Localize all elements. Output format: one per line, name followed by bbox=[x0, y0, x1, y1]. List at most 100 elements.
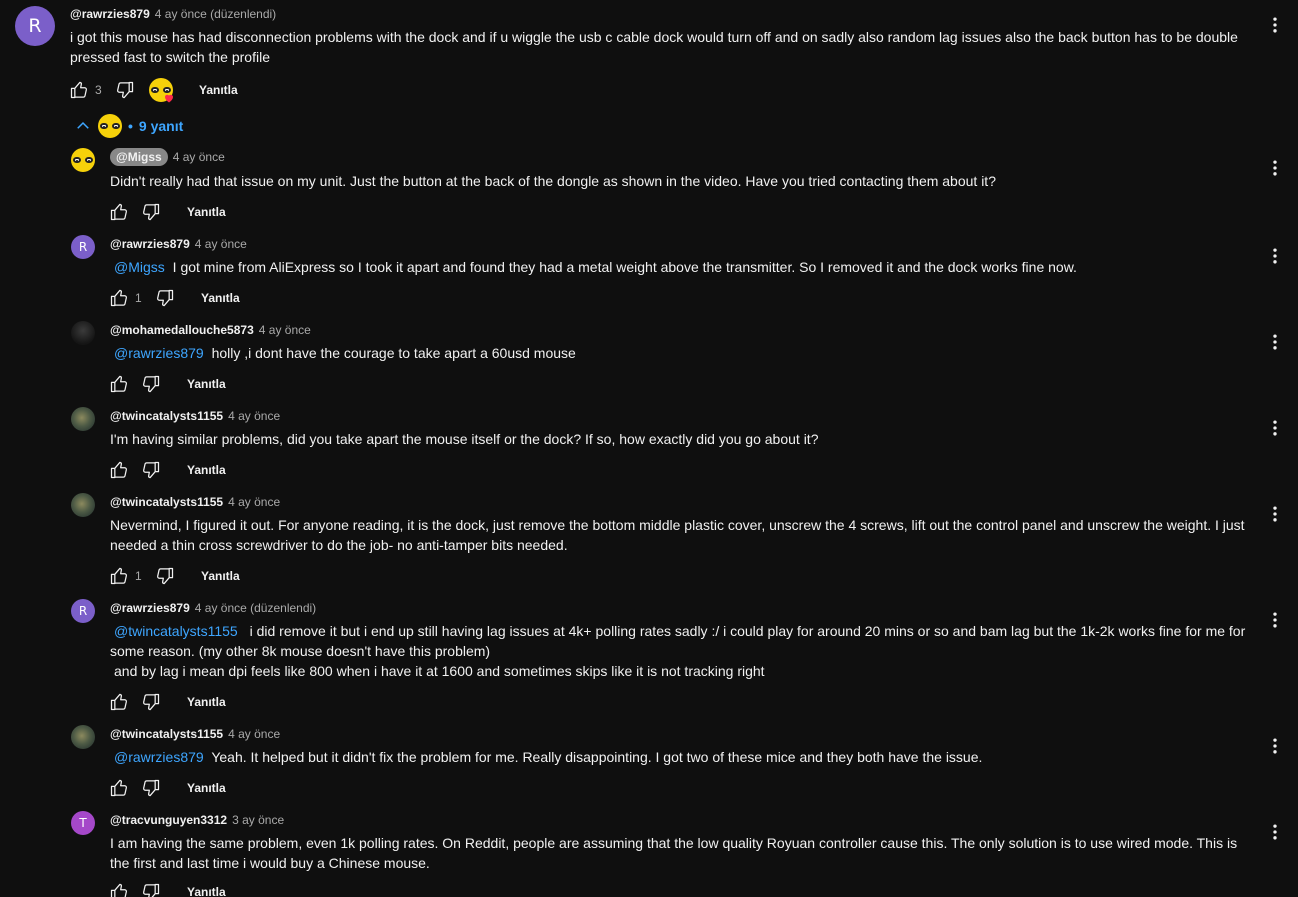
avatar[interactable] bbox=[71, 407, 95, 431]
thumb-down-icon[interactable] bbox=[139, 880, 163, 897]
reply-text: Didn't really had that issue on my unit.… bbox=[110, 171, 1250, 191]
like-count: 3 bbox=[95, 83, 102, 97]
like-count: 1 bbox=[135, 291, 142, 305]
reply-author[interactable]: @rawrzies879 bbox=[110, 601, 190, 615]
reply-body: I got mine from AliExpress so I took it … bbox=[172, 259, 1077, 275]
reply-author[interactable]: @Migss bbox=[110, 148, 168, 166]
thumb-down-icon[interactable] bbox=[139, 372, 163, 396]
reply-text: Nevermind, I figured it out. For anyone … bbox=[110, 515, 1250, 555]
reply-button[interactable]: Yanıtla bbox=[199, 83, 238, 97]
reply-button[interactable]: Yanıtla bbox=[187, 463, 226, 477]
thumb-down-icon[interactable] bbox=[139, 458, 163, 482]
more-vert-icon[interactable] bbox=[1263, 330, 1287, 354]
reply-header: @tracvunguyen3312 3 ay önce bbox=[110, 813, 284, 827]
comment-text: i got this mouse has had disconnection p… bbox=[70, 27, 1250, 67]
comment-time[interactable]: 4 ay önce (düzenlendi) bbox=[155, 7, 276, 21]
thumb-down-icon[interactable] bbox=[139, 690, 163, 714]
reply-author[interactable]: @rawrzies879 bbox=[110, 237, 190, 251]
comments-section: R @rawrzies879 4 ay önce (düzenlendi) i … bbox=[0, 0, 1298, 897]
more-vert-icon[interactable] bbox=[1263, 13, 1287, 37]
more-vert-icon[interactable] bbox=[1263, 156, 1287, 180]
reply-actions: Yanıtla bbox=[107, 372, 226, 396]
comment-author[interactable]: @rawrzies879 bbox=[70, 7, 150, 21]
reply-time[interactable]: 3 ay önce bbox=[232, 813, 284, 827]
reply-button[interactable]: Yanıtla bbox=[201, 291, 240, 305]
reply-author[interactable]: @tracvunguyen3312 bbox=[110, 813, 227, 827]
thumb-up-icon[interactable] bbox=[107, 690, 131, 714]
avatar[interactable]: R bbox=[71, 235, 95, 259]
thumb-down-icon[interactable] bbox=[113, 78, 137, 102]
reply-button[interactable]: Yanıtla bbox=[187, 205, 226, 219]
more-vert-icon[interactable] bbox=[1263, 608, 1287, 632]
more-vert-icon[interactable] bbox=[1263, 416, 1287, 440]
reply-body: Nevermind, I figured it out. For anyone … bbox=[110, 517, 1245, 553]
avatar[interactable]: R bbox=[71, 599, 95, 623]
reply-time[interactable]: 4 ay önce bbox=[173, 150, 225, 164]
reply-author[interactable]: @mohamedallouche5873 bbox=[110, 323, 254, 337]
reply-actions: Yanıtla bbox=[107, 458, 226, 482]
reply-button[interactable]: Yanıtla bbox=[187, 377, 226, 391]
thumb-up-icon[interactable] bbox=[107, 458, 131, 482]
avatar[interactable]: T bbox=[71, 811, 95, 835]
thumb-up-icon[interactable] bbox=[107, 564, 131, 588]
thumb-up-icon[interactable] bbox=[107, 200, 131, 224]
mention-link[interactable]: @Migss bbox=[114, 259, 165, 275]
reply-actions: Yanıtla bbox=[107, 690, 226, 714]
thumb-up-icon[interactable] bbox=[107, 776, 131, 800]
reply-author[interactable]: @twincatalysts1155 bbox=[110, 495, 223, 509]
mention-link[interactable]: @rawrzies879 bbox=[114, 345, 204, 361]
thumb-down-icon[interactable] bbox=[153, 564, 177, 588]
avatar-letter: T bbox=[79, 816, 87, 830]
dot-separator: • bbox=[128, 118, 133, 134]
thumb-down-icon[interactable] bbox=[153, 286, 177, 310]
mention-link[interactable]: @twincatalysts1155 bbox=[114, 623, 238, 639]
more-vert-icon[interactable] bbox=[1263, 734, 1287, 758]
reply-header: @twincatalysts1155 4 ay önce bbox=[110, 409, 280, 423]
avatar[interactable] bbox=[71, 148, 95, 172]
reply-time[interactable]: 4 ay önce bbox=[228, 727, 280, 741]
reply-body: i did remove it but i end up still havin… bbox=[110, 623, 1246, 659]
reply-body: Yeah. It helped but it didn't fix the pr… bbox=[211, 749, 983, 765]
thumb-down-icon[interactable] bbox=[139, 776, 163, 800]
reply-actions: Yanıtla bbox=[107, 200, 226, 224]
reply-time[interactable]: 4 ay önce bbox=[228, 409, 280, 423]
reply-body: Didn't really had that issue on my unit.… bbox=[110, 173, 996, 189]
avatar[interactable]: R bbox=[15, 6, 55, 46]
reply-button[interactable]: Yanıtla bbox=[201, 569, 240, 583]
reply-actions: 1 Yanıtla bbox=[107, 564, 240, 588]
like-count: 1 bbox=[135, 569, 142, 583]
reply-text: @rawrzies879 holly ,i dont have the cour… bbox=[114, 343, 1250, 363]
reply-time[interactable]: 4 ay önce bbox=[259, 323, 311, 337]
comment-header: @rawrzies879 4 ay önce (düzenlendi) bbox=[70, 7, 276, 21]
avatar[interactable] bbox=[71, 493, 95, 517]
reply-actions: Yanıtla bbox=[107, 880, 226, 897]
thumb-down-icon[interactable] bbox=[139, 200, 163, 224]
thumb-up-icon[interactable] bbox=[107, 372, 131, 396]
reply-author[interactable]: @twincatalysts1155 bbox=[110, 727, 223, 741]
more-vert-icon[interactable] bbox=[1263, 820, 1287, 844]
reply-body-continued: and by lag i mean dpi feels like 800 whe… bbox=[114, 663, 765, 679]
thumb-up-icon[interactable] bbox=[107, 880, 131, 897]
reply-time[interactable]: 4 ay önce bbox=[228, 495, 280, 509]
avatar[interactable] bbox=[71, 725, 95, 749]
replies-toggle-button[interactable]: • 9 yanıt bbox=[74, 114, 183, 138]
reply-header: @twincatalysts1155 4 ay önce bbox=[110, 495, 280, 509]
reply-header: @rawrzies879 4 ay önce (düzenlendi) bbox=[110, 601, 316, 615]
more-vert-icon[interactable] bbox=[1263, 244, 1287, 268]
heart-icon bbox=[165, 94, 173, 103]
reply-actions: Yanıtla bbox=[107, 776, 226, 800]
mention-link[interactable]: @rawrzies879 bbox=[114, 749, 204, 765]
reply-button[interactable]: Yanıtla bbox=[187, 781, 226, 795]
reply-text: I'm having similar problems, did you tak… bbox=[110, 429, 1250, 449]
reply-time[interactable]: 4 ay önce bbox=[195, 237, 247, 251]
thumb-up-icon[interactable] bbox=[67, 78, 91, 102]
reply-author[interactable]: @twincatalysts1155 bbox=[110, 409, 223, 423]
reply-button[interactable]: Yanıtla bbox=[187, 885, 226, 897]
reply-button[interactable]: Yanıtla bbox=[187, 695, 226, 709]
reply-time[interactable]: 4 ay önce (düzenlendi) bbox=[195, 601, 316, 615]
comment-body: i got this mouse has had disconnection p… bbox=[70, 29, 1238, 65]
thumb-up-icon[interactable] bbox=[107, 286, 131, 310]
avatar[interactable] bbox=[71, 321, 95, 345]
reply-header: @rawrzies879 4 ay önce bbox=[110, 237, 247, 251]
more-vert-icon[interactable] bbox=[1263, 502, 1287, 526]
